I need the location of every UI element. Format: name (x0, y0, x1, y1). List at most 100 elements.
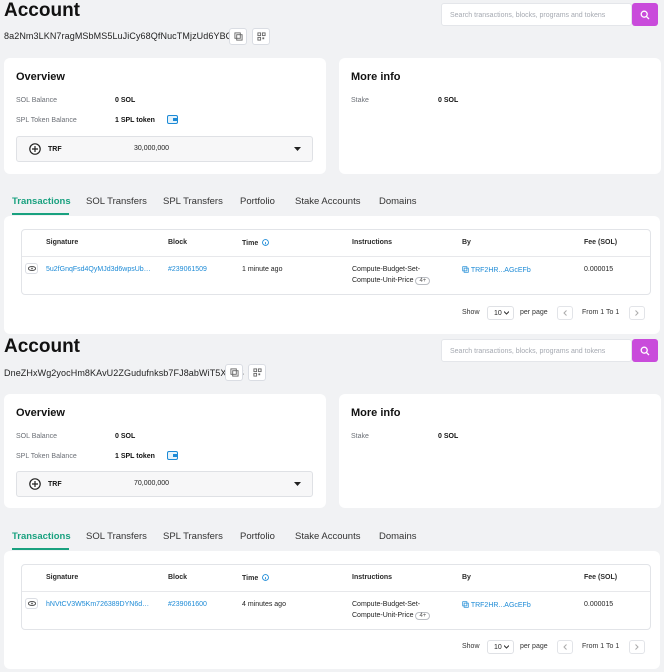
page-range: From 1 To 1 (582, 643, 620, 650)
instruction-line-2: Compute-Unit-Price 4+ (352, 277, 431, 285)
next-page-button[interactable] (629, 640, 645, 654)
tab-spl-transfers[interactable]: SPL Transfers (163, 196, 223, 207)
search-icon (640, 346, 650, 355)
tab-domains[interactable]: Domains (379, 196, 417, 207)
chevron-down-icon (504, 645, 509, 649)
transactions-table: Signature Block Time Instructions By Fee… (21, 564, 651, 630)
copy-icon[interactable] (462, 266, 469, 273)
more-info-card: More info Stake 0 SOL (339, 58, 661, 174)
tab-transactions[interactable]: Transactions (12, 531, 71, 542)
account-address: DneZHxWg2yocHm8KAvU2ZGudufnksb7FJ8abWiT5… (4, 368, 244, 378)
token-amount: 30,000,000 (134, 145, 170, 152)
transaction-fee: 0.000015 (584, 266, 614, 273)
wallet-icon[interactable] (167, 451, 178, 460)
spl-balance-label: SPL Token Balance (16, 117, 77, 124)
signer-link[interactable]: TRF2HR...AGcEFb (462, 266, 531, 274)
search-input[interactable]: Search transactions, blocks, programs an… (441, 339, 632, 362)
transaction-fee: 0.000015 (584, 601, 614, 608)
search-button[interactable] (632, 339, 658, 362)
tab-stake-accounts[interactable]: Stake Accounts (295, 196, 360, 207)
token-symbol: TRF (48, 481, 62, 488)
token-amount: 70,000,000 (134, 480, 170, 487)
page-range: From 1 To 1 (582, 309, 620, 316)
transaction-signature-link[interactable]: 5u2fGnqFsd4QyMJd3d6wpsUb… (46, 266, 151, 273)
column-header-instructions: Instructions (352, 239, 393, 246)
qr-code-icon (256, 32, 266, 41)
transaction-signature-link[interactable]: hNVtCV3W5Km726389DYN6d… (46, 601, 149, 608)
column-header-fee: Fee (SOL) (584, 574, 618, 581)
tab-stake-accounts[interactable]: Stake Accounts (295, 531, 360, 542)
eye-icon (27, 601, 36, 606)
tab-bar: Transactions SOL Transfers SPL Transfers… (0, 522, 664, 552)
token-symbol: TRF (48, 146, 62, 153)
header-divider (22, 591, 650, 592)
column-header-fee: Fee (SOL) (584, 239, 618, 246)
tab-portfolio[interactable]: Portfolio (240, 196, 275, 207)
chevron-down-icon (504, 311, 509, 315)
tab-portfolio[interactable]: Portfolio (240, 531, 275, 542)
qr-code-button[interactable] (248, 364, 266, 381)
copy-icon (229, 368, 239, 377)
page-size-select[interactable]: 10 (487, 306, 514, 320)
sol-balance-label: SOL Balance (16, 97, 57, 104)
instruction-line-1: Compute-Budget-Set- (352, 601, 421, 608)
token-select[interactable]: TRF 30,000,000 (16, 136, 313, 162)
active-tab-indicator (12, 548, 69, 550)
stake-label: Stake (351, 433, 369, 440)
copy-icon (233, 32, 243, 41)
per-page-label: per page (520, 309, 548, 316)
chevron-left-icon (563, 310, 567, 316)
tab-bar: Transactions SOL Transfers SPL Transfers… (0, 187, 664, 217)
prev-page-button[interactable] (557, 640, 573, 654)
spl-balance-value: 1 SPL token (115, 453, 155, 460)
eye-icon (27, 266, 36, 271)
copy-icon[interactable] (462, 601, 469, 608)
search-button[interactable] (632, 3, 658, 26)
overview-title: Overview (16, 71, 65, 83)
block-link[interactable]: #239061509 (168, 266, 207, 273)
tab-domains[interactable]: Domains (379, 531, 417, 542)
view-transaction-button[interactable] (25, 598, 38, 609)
transaction-time: 4 minutes ago (242, 601, 286, 608)
info-icon[interactable] (262, 574, 270, 581)
sol-balance-label: SOL Balance (16, 433, 57, 440)
token-select[interactable]: TRF 70,000,000 (16, 471, 313, 497)
qr-code-button[interactable] (252, 28, 270, 45)
search-input[interactable]: Search transactions, blocks, programs an… (441, 3, 632, 26)
sol-balance-value: 0 SOL (115, 97, 136, 104)
signer-link[interactable]: TRF2HR...AGcEFb (462, 601, 531, 609)
next-page-button[interactable] (629, 306, 645, 320)
info-icon[interactable] (262, 239, 270, 246)
more-instructions-badge[interactable]: 4+ (415, 277, 431, 285)
stake-value: 0 SOL (438, 97, 459, 104)
prev-page-button[interactable] (557, 306, 573, 320)
tab-spl-transfers[interactable]: SPL Transfers (163, 531, 223, 542)
chevron-left-icon (563, 644, 567, 650)
column-header-signature: Signature (46, 239, 79, 246)
stake-value: 0 SOL (438, 433, 459, 440)
copy-address-button[interactable] (225, 364, 243, 381)
more-instructions-badge[interactable]: 4+ (415, 612, 431, 620)
tab-sol-transfers[interactable]: SOL Transfers (86, 196, 147, 207)
column-header-signature: Signature (46, 574, 79, 581)
account-pane-2: Account DneZHxWg2yocHm8KAvU2ZGudufnksb7F… (0, 336, 664, 672)
copy-address-button[interactable] (229, 28, 247, 45)
page-size-select[interactable]: 10 (487, 640, 514, 654)
overview-card: Overview SOL Balance 0 SOL SPL Token Bal… (4, 394, 326, 508)
view-transaction-button[interactable] (25, 263, 38, 274)
search-icon (640, 10, 650, 19)
column-header-block: Block (168, 239, 188, 246)
active-tab-indicator (12, 213, 69, 215)
sol-balance-value: 0 SOL (115, 433, 136, 440)
tab-sol-transfers[interactable]: SOL Transfers (86, 531, 147, 542)
block-link[interactable]: #239061600 (168, 601, 207, 608)
wallet-icon[interactable] (167, 115, 178, 124)
column-header-block: Block (168, 574, 188, 581)
show-label: Show (462, 309, 480, 316)
page-title: Account (4, 0, 80, 21)
transactions-card: Signature Block Time Instructions By Fee… (4, 216, 660, 334)
column-header-instructions: Instructions (352, 574, 393, 581)
per-page-label: per page (520, 643, 548, 650)
column-header-by: By (462, 239, 471, 246)
tab-transactions[interactable]: Transactions (12, 196, 71, 207)
